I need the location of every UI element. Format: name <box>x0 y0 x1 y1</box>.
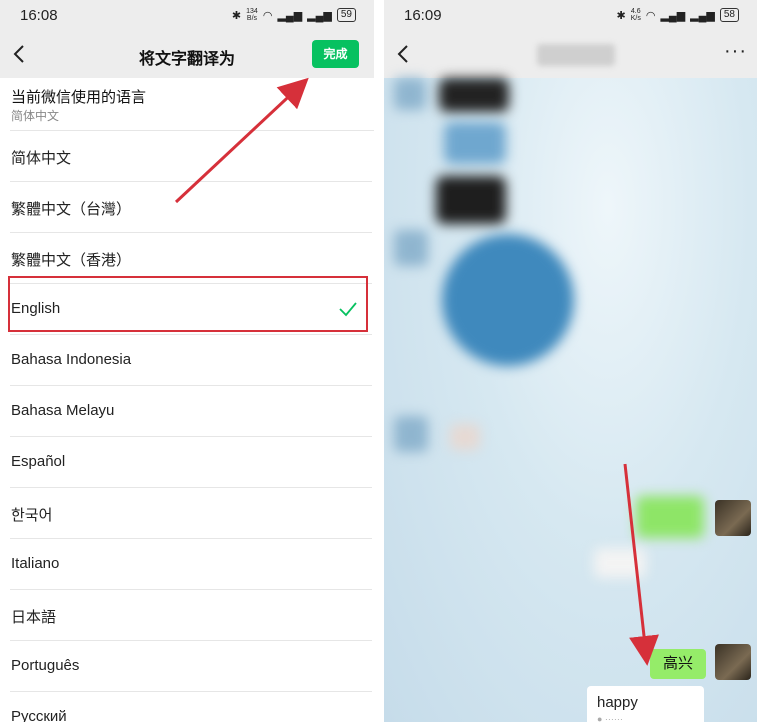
list-item[interactable]: Português <box>10 641 372 692</box>
language-label: Español <box>11 453 66 470</box>
annotation-highlight-box <box>8 276 368 332</box>
status-bar: 16:09 ✱ 4.6 K/s ◠ ▂▄▆ ▂▄▆ 58 <box>384 0 757 32</box>
status-icons: ✱ 4.6 K/s ◠ ▂▄▆ ▂▄▆ 58 <box>616 8 739 22</box>
list-item[interactable]: 日本語 <box>10 590 372 641</box>
current-language-value: 简体中文 <box>11 109 60 123</box>
language-label: 한국어 <box>11 507 53 524</box>
more-icon[interactable]: ··· <box>724 40 747 63</box>
language-label: 日本語 <box>11 609 57 626</box>
language-list: 简体中文 繁體中文（台灣） 繁體中文（香港） English Bahasa Indone… <box>0 131 374 722</box>
bluetooth-icon: ✱ <box>231 9 242 22</box>
bluetooth-icon: ✱ <box>616 9 626 22</box>
blurred-avatar <box>394 416 428 452</box>
list-item[interactable]: Русский <box>10 692 372 722</box>
translation-note: ● ······ <box>597 714 623 722</box>
list-item[interactable]: Español <box>10 437 372 488</box>
right-screen: 16:09 ✱ 4.6 K/s ◠ ▂▄▆ ▂▄▆ 58 ··· 高兴 happy… <box>384 0 757 722</box>
nav-bar: ··· <box>384 32 757 78</box>
current-language: 当前微信使用的语言 简体中文 <box>10 78 374 131</box>
wifi-icon: ◠ <box>262 9 273 22</box>
language-label: Italiano <box>11 555 60 572</box>
signal-icon-2: ▂▄▆ <box>690 9 715 22</box>
blurred-message <box>450 424 480 450</box>
status-time: 16:09 <box>404 7 442 24</box>
wifi-icon: ◠ <box>645 9 656 22</box>
network-speed: 134 B/s <box>246 8 258 22</box>
list-item[interactable]: Bahasa Melayu <box>10 386 372 437</box>
blurred-image <box>442 234 574 366</box>
battery-icon: 59 <box>336 8 356 22</box>
battery-icon: 58 <box>719 8 739 22</box>
done-button[interactable]: 完成 <box>312 40 359 68</box>
blurred-chat-name <box>537 44 615 66</box>
avatar[interactable] <box>715 500 751 536</box>
language-label: 简体中文 <box>11 150 72 167</box>
back-icon[interactable] <box>392 42 416 66</box>
status-time: 16:08 <box>20 7 58 24</box>
blurred-message <box>436 176 506 224</box>
signal-icon: ▂▄▆ <box>277 9 303 22</box>
blurred-message <box>636 496 704 538</box>
language-label: 繁體中文（香港） <box>11 252 132 269</box>
network-speed: 4.6 K/s <box>630 8 641 22</box>
list-item[interactable]: 简体中文 <box>10 131 372 182</box>
list-item[interactable]: Bahasa Indonesia <box>10 335 372 386</box>
language-label: Português <box>11 657 80 674</box>
language-label: 繁體中文（台灣） <box>11 201 132 218</box>
signal-icon: ▂▄▆ <box>660 9 686 22</box>
left-screen: 16:08 ✱ 134 B/s ◠ ▂▄▆ ▂▄▆ 59 将文字翻译为 完成 当前… <box>0 0 374 722</box>
current-language-title: 当前微信使用的语言 <box>11 89 147 106</box>
list-item[interactable]: 한국어 <box>10 488 372 539</box>
status-bar: 16:08 ✱ 134 B/s ◠ ▂▄▆ ▂▄▆ 59 <box>0 0 374 32</box>
sent-message[interactable]: 高兴 <box>649 649 706 679</box>
translation-bubble[interactable]: happy ● ······ <box>587 686 704 722</box>
language-label: Bahasa Indonesia <box>11 351 132 368</box>
avatar[interactable] <box>715 644 751 680</box>
nav-bar: 将文字翻译为 完成 <box>0 32 374 78</box>
blurred-avatar <box>394 78 426 110</box>
status-icons: ✱ 134 B/s ◠ ▂▄▆ ▂▄▆ 59 <box>232 8 356 22</box>
signal-icon-2: ▂▄▆ <box>307 9 332 22</box>
language-label: Bahasa Melayu <box>11 402 115 419</box>
blurred-message <box>439 78 509 112</box>
translation-text: happy <box>597 694 638 711</box>
list-item[interactable]: Italiano <box>10 539 372 590</box>
blurred-message <box>444 122 506 164</box>
chat-background <box>384 78 757 722</box>
list-item[interactable]: 繁體中文（台灣） <box>10 182 372 233</box>
language-label: Русский <box>11 708 67 722</box>
blurred-avatar <box>394 230 428 266</box>
blurred-message <box>594 548 646 578</box>
